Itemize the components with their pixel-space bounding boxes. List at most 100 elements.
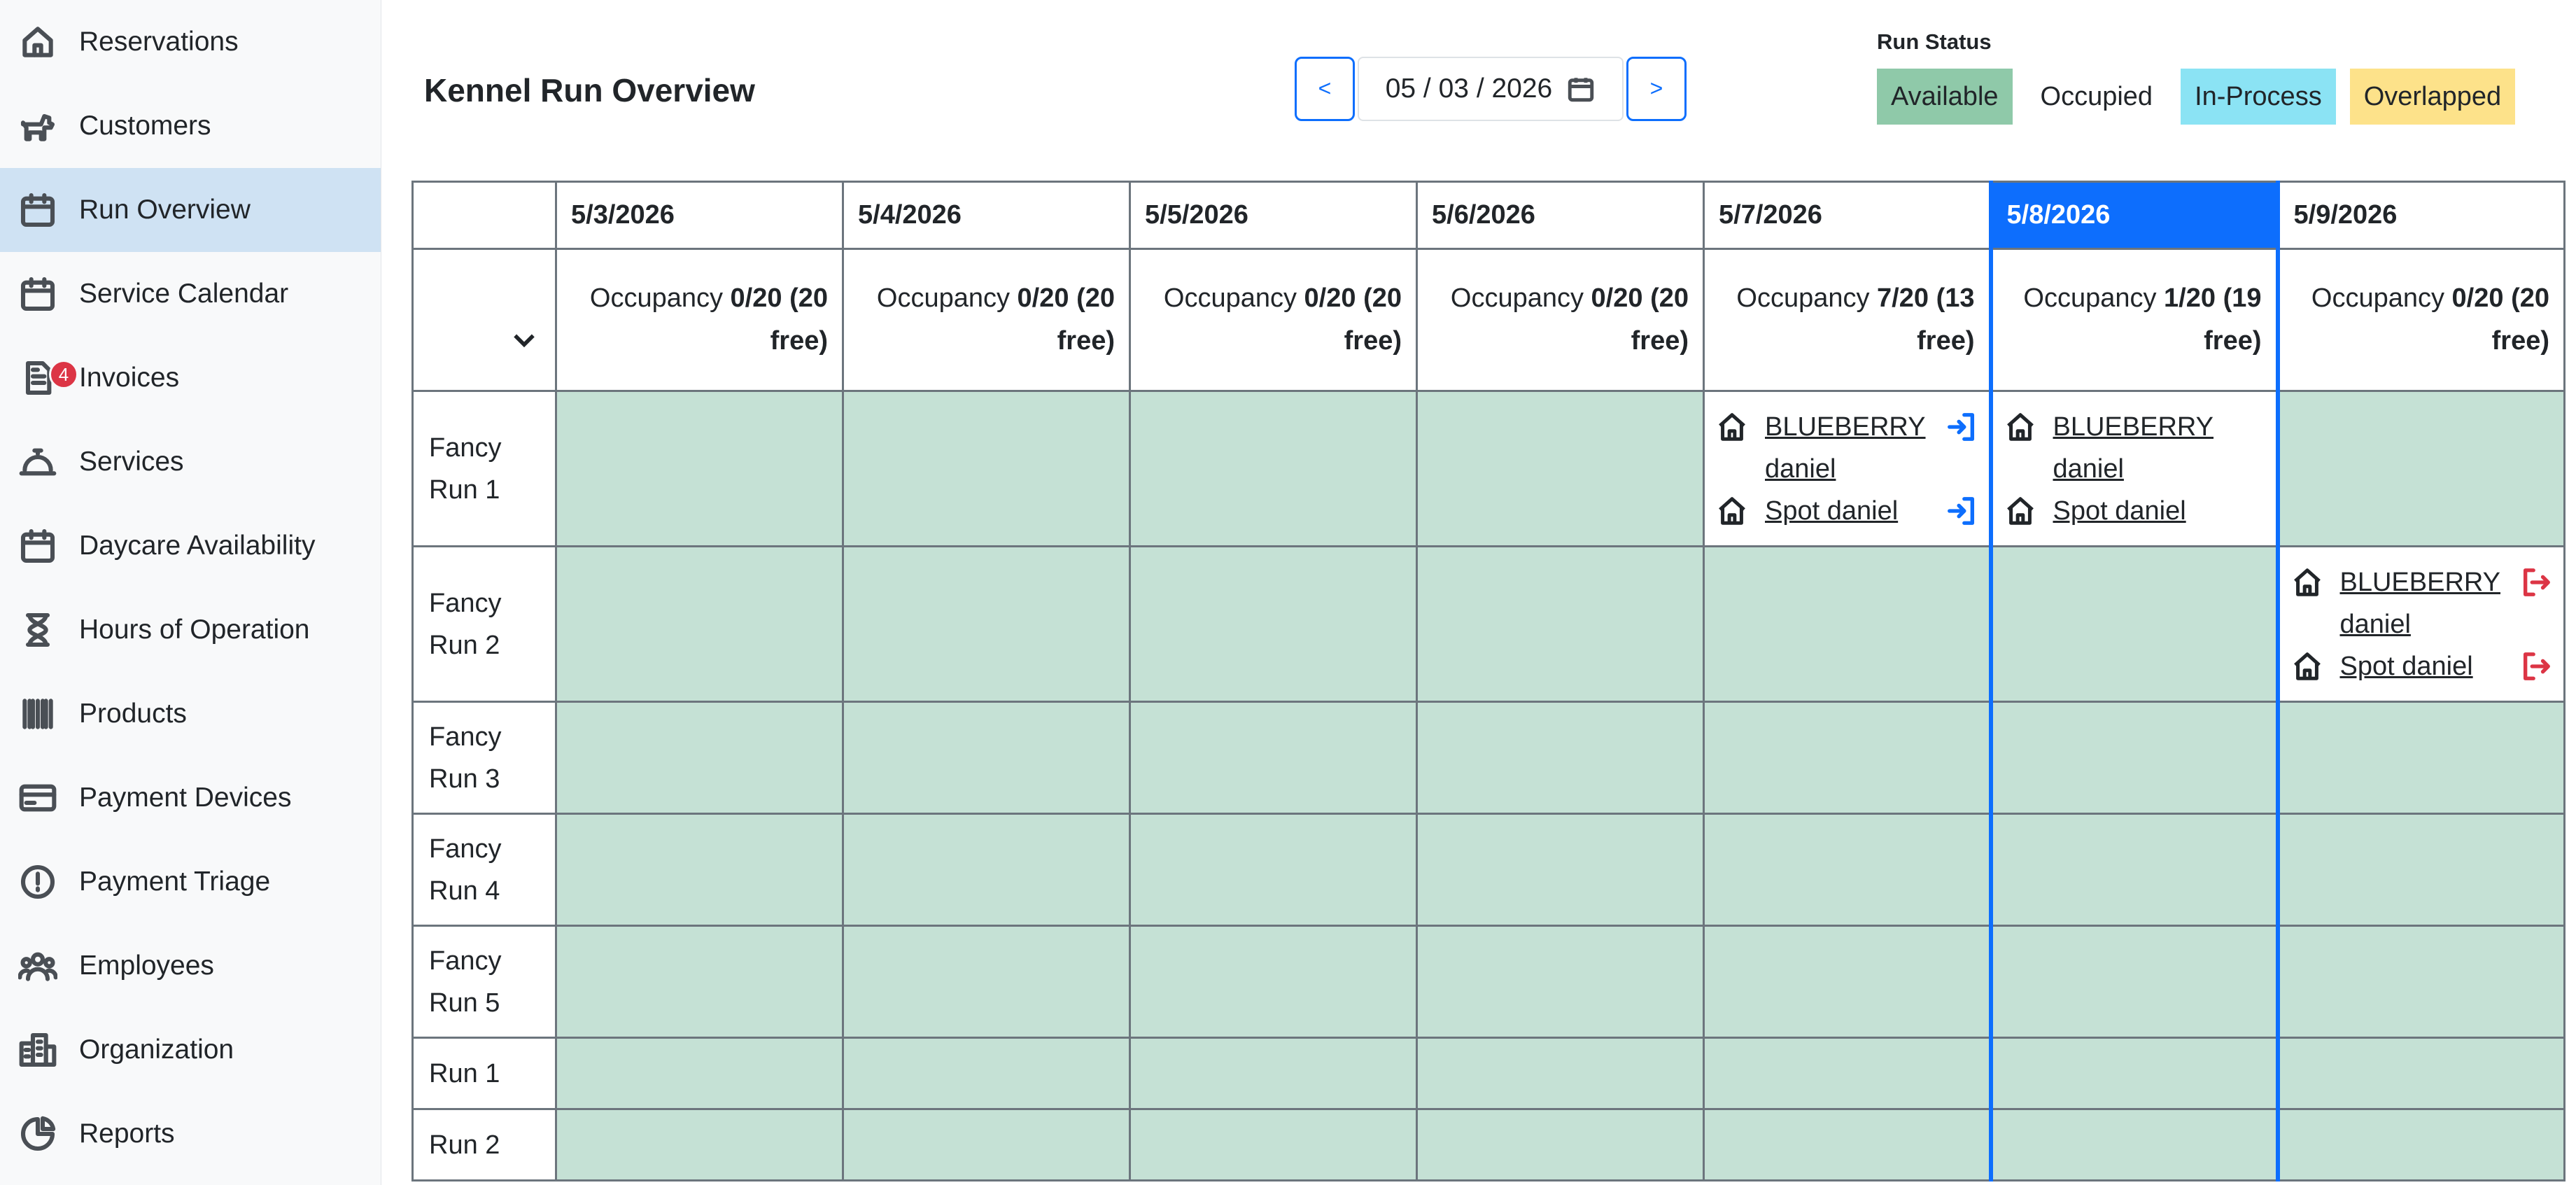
pet-link[interactable]: BLUEBERRY daniel xyxy=(2053,406,2265,490)
pet-link[interactable]: BLUEBERRY daniel xyxy=(2340,561,2521,645)
run-cell-available[interactable] xyxy=(842,1037,1131,1110)
sidebar-item-label: Services xyxy=(79,447,184,477)
run-cell-available[interactable] xyxy=(555,545,844,703)
legend-title: Run Status xyxy=(1877,29,1992,54)
chevron-down-icon[interactable] xyxy=(509,324,540,355)
sidebar-item-services[interactable]: Services xyxy=(0,420,381,504)
run-cell-available[interactable] xyxy=(1988,545,2280,703)
run-cell-available[interactable] xyxy=(1988,925,2280,1039)
run-cell-available[interactable] xyxy=(1703,925,1992,1039)
run-cell-available[interactable] xyxy=(2276,813,2566,927)
run-cell-available[interactable] xyxy=(1988,1037,2280,1110)
sidebar-item-label: Service Calendar xyxy=(79,279,289,309)
date-input[interactable]: 05 / 03 / 2026 xyxy=(1358,56,1624,121)
run-cell-available[interactable] xyxy=(1129,813,1418,927)
sidebar-item-label: Payment Devices xyxy=(79,783,292,813)
sidebar-item-invoices[interactable]: Invoices 4 xyxy=(0,336,381,420)
run-cell-available[interactable] xyxy=(842,813,1131,927)
sidebar-item-daycare-availability[interactable]: Daycare Availability xyxy=(0,504,381,588)
sidebar-item-service-calendar[interactable]: Service Calendar xyxy=(0,252,381,336)
check-in-icon[interactable] xyxy=(1945,490,1978,532)
run-cell-available[interactable] xyxy=(1416,545,1705,703)
pet-link[interactable]: BLUEBERRY daniel xyxy=(1765,406,1945,490)
sidebar-item-label: Daycare Availability xyxy=(79,531,316,561)
sidebar-item-customers[interactable]: Customers xyxy=(0,84,381,168)
sidebar-item-employees[interactable]: Employees xyxy=(0,924,381,1008)
run-cell-available[interactable] xyxy=(1129,390,1418,547)
occupancy-value: 0/20 (20 free) xyxy=(1591,283,1689,356)
run-cell-available[interactable] xyxy=(555,1108,844,1182)
sidebar-item-run-overview[interactable]: Run Overview xyxy=(0,168,381,252)
run-cell-available[interactable] xyxy=(842,545,1131,703)
run-cell-available[interactable] xyxy=(1416,813,1705,927)
date-navigator: < 05 / 03 / 2026 > xyxy=(1295,55,1687,122)
run-cell-available[interactable] xyxy=(1988,813,2280,927)
sidebar-item-reservations[interactable]: Reservations xyxy=(0,0,381,84)
run-cell-available[interactable] xyxy=(1416,925,1705,1039)
run-cell-available[interactable] xyxy=(555,813,844,927)
run-cell-available[interactable] xyxy=(1988,1108,2280,1182)
run-cell-available[interactable] xyxy=(555,390,844,547)
run-cell-available[interactable] xyxy=(842,1108,1131,1182)
run-cell-available[interactable] xyxy=(555,1037,844,1110)
run-cell-available[interactable] xyxy=(1416,1037,1705,1110)
run-cell-available[interactable] xyxy=(1416,390,1705,547)
run-cell-available[interactable] xyxy=(2276,925,2566,1039)
date-header: 5/6/2026 xyxy=(1416,181,1705,250)
sidebar-item-products[interactable]: Products xyxy=(0,672,381,756)
run-cell-available[interactable] xyxy=(2276,701,2566,815)
run-cell-available[interactable] xyxy=(1703,813,1992,927)
house-icon xyxy=(17,21,59,63)
sidebar-item-payment-devices[interactable]: Payment Devices xyxy=(0,756,381,840)
run-cell-available[interactable] xyxy=(1703,1108,1992,1182)
sidebar-item-label: Reports xyxy=(79,1119,175,1149)
pet-link[interactable]: Spot daniel xyxy=(2340,645,2521,687)
sidebar-item-reports[interactable]: Reports xyxy=(0,1092,381,1176)
occupancy-cell: Occupancy 0/20 (20 free) xyxy=(1416,248,1705,392)
collapse-toggle[interactable] xyxy=(411,248,557,392)
sidebar-item-payment-triage[interactable]: Payment Triage xyxy=(0,840,381,924)
run-cell-available[interactable] xyxy=(2276,390,2566,547)
run-cell-available[interactable] xyxy=(555,925,844,1039)
reservation-entry: BLUEBERRY daniel xyxy=(1716,406,1978,490)
run-cell-available[interactable] xyxy=(1703,545,1992,703)
run-cell-available[interactable] xyxy=(1416,701,1705,815)
occupancy-cell: Occupancy 7/20 (13 free) xyxy=(1703,248,1992,392)
barcode-icon xyxy=(17,693,59,735)
check-out-icon[interactable] xyxy=(2520,561,2552,603)
run-cell-available[interactable] xyxy=(555,701,844,815)
sidebar-item-label: Customers xyxy=(79,111,211,141)
sidebar-item-label: Reservations xyxy=(79,27,239,57)
run-cell-available[interactable] xyxy=(842,925,1131,1039)
pet-link[interactable]: Spot daniel xyxy=(1765,490,1945,532)
calendar-icon[interactable] xyxy=(1566,74,1596,104)
run-cell-available[interactable] xyxy=(842,701,1131,815)
check-in-icon[interactable] xyxy=(1945,406,1978,448)
run-cell-available[interactable] xyxy=(1703,701,1992,815)
run-cell-available[interactable] xyxy=(1129,1108,1418,1182)
legend-in-process: In-Process xyxy=(2181,69,2336,125)
run-cell-available[interactable] xyxy=(1703,1037,1992,1110)
run-cell-available[interactable] xyxy=(2276,1037,2566,1110)
run-cell-available[interactable] xyxy=(1129,545,1418,703)
occupancy-value: 1/20 (19 free) xyxy=(2164,283,2262,356)
run-cell-available[interactable] xyxy=(1129,925,1418,1039)
pet-link[interactable]: Spot daniel xyxy=(2053,490,2265,532)
run-cell-available[interactable] xyxy=(1129,1037,1418,1110)
sidebar-item-hours-of-operation[interactable]: Hours of Operation xyxy=(0,588,381,672)
calendar-icon xyxy=(17,189,59,231)
run-cell-available[interactable] xyxy=(1416,1108,1705,1182)
alert-circle-icon xyxy=(17,861,59,903)
run-cell-available[interactable] xyxy=(1988,701,2280,815)
run-cell-available[interactable] xyxy=(1129,701,1418,815)
next-date-button[interactable]: > xyxy=(1626,56,1687,121)
sidebar-item-organization[interactable]: Organization xyxy=(0,1008,381,1092)
run-cell-available[interactable] xyxy=(842,390,1131,547)
occupancy-value: 0/20 (20 free) xyxy=(2451,283,2549,356)
previous-date-button[interactable]: < xyxy=(1295,56,1355,121)
legend-occupied: Occupied xyxy=(2026,69,2167,125)
run-name: Fancy Run 2 xyxy=(411,545,557,703)
check-out-icon[interactable] xyxy=(2520,645,2552,687)
run-cell-available[interactable] xyxy=(2276,1108,2566,1182)
sidebar-item-label: Organization xyxy=(79,1035,234,1065)
